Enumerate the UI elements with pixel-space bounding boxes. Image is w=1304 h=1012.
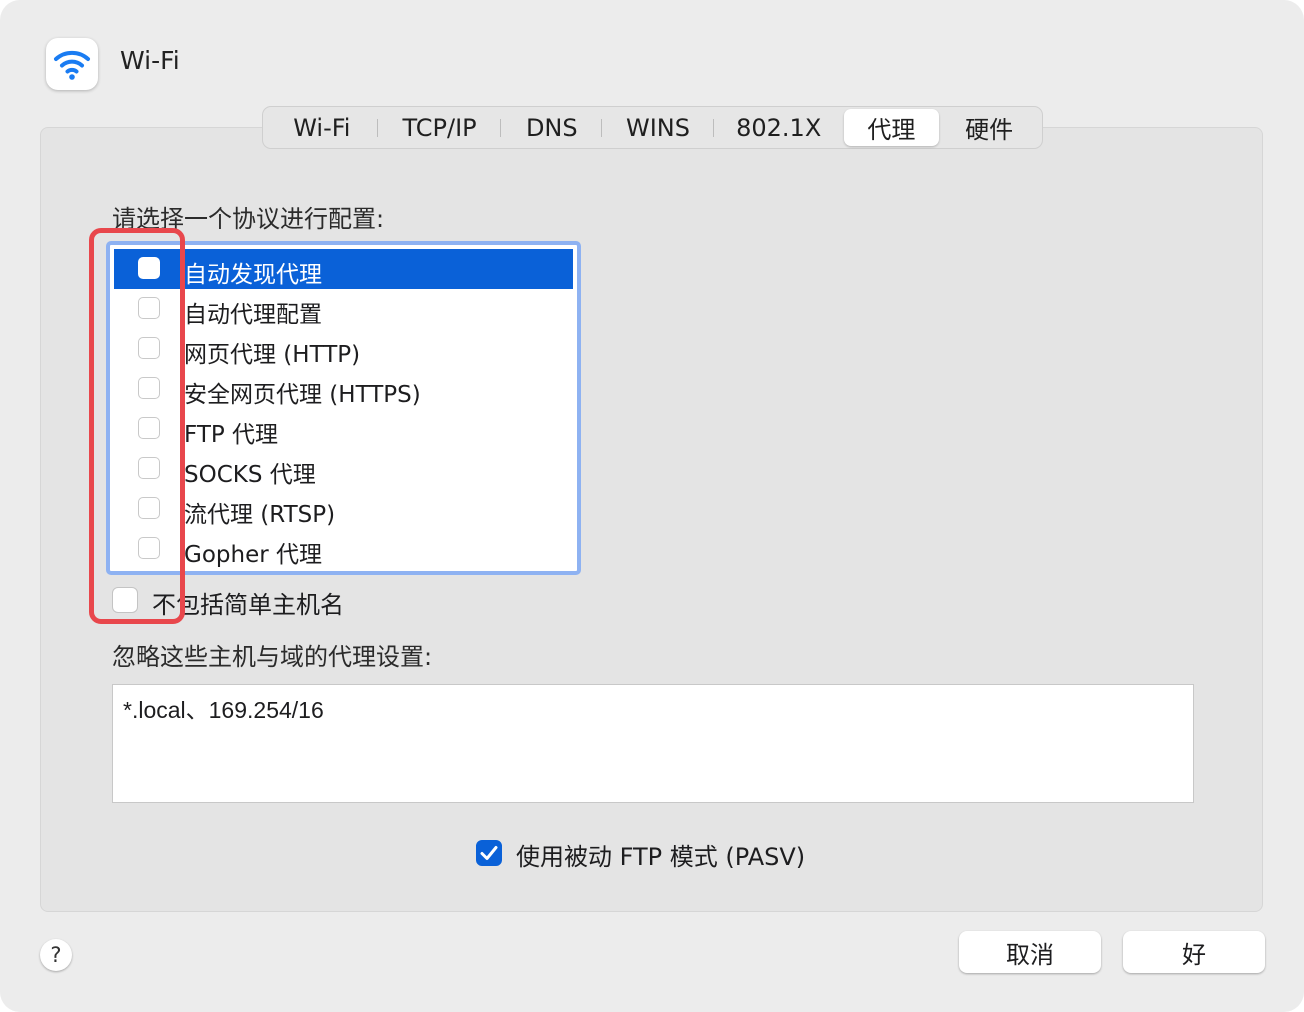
https-proxy-checkbox[interactable]	[138, 377, 160, 399]
protocol-row-auto-discovery[interactable]: 自动发现代理	[114, 249, 573, 289]
cancel-button[interactable]: 取消	[959, 931, 1101, 973]
tab-label: 代理	[867, 116, 916, 144]
tab-label: 802.1X	[736, 113, 822, 142]
gopher-proxy-checkbox[interactable]	[138, 537, 160, 559]
protocol-label: 安全网页代理 (HTTPS)	[184, 382, 421, 408]
passive-ftp-checkbox[interactable]	[476, 840, 502, 866]
tab-label: 硬件	[965, 116, 1014, 144]
network-settings-window: Wi-Fi Wi-Fi TCP/IP DNS WINS 802.1X 代理 硬件…	[0, 0, 1304, 1012]
checkmark-icon	[480, 846, 498, 860]
passive-ftp-label: 使用被动 FTP 模式 (PASV)	[516, 843, 806, 871]
exclude-simple-hostnames-label: 不包括简单主机名	[152, 591, 344, 619]
help-button[interactable]: ?	[40, 939, 72, 971]
tab-8021x[interactable]: 802.1X	[714, 109, 844, 146]
ok-button[interactable]: 好	[1123, 931, 1265, 973]
protocol-label: 自动代理配置	[184, 302, 322, 328]
protocol-row-ftp[interactable]: FTP 代理	[114, 409, 573, 449]
protocol-label: FTP 代理	[184, 422, 279, 448]
protocol-row-rtsp[interactable]: 流代理 (RTSP)	[114, 489, 573, 529]
ftp-proxy-checkbox[interactable]	[138, 417, 160, 439]
tab-proxies[interactable]: 代理	[843, 109, 940, 146]
tab-label: Wi-Fi	[293, 113, 351, 142]
tab-label: TCP/IP	[402, 113, 477, 142]
tab-label: DNS	[525, 113, 578, 142]
protocol-row-auto-config[interactable]: 自动代理配置	[114, 289, 573, 329]
protocol-row-socks[interactable]: SOCKS 代理	[114, 449, 573, 489]
protocol-label: SOCKS 代理	[184, 462, 316, 488]
rtsp-proxy-checkbox[interactable]	[138, 497, 160, 519]
protocol-row-gopher[interactable]: Gopher 代理	[114, 529, 573, 569]
tab-bar: Wi-Fi TCP/IP DNS WINS 802.1X 代理 硬件	[262, 106, 1043, 149]
tab-wins[interactable]: WINS	[602, 109, 714, 146]
tab-hardware[interactable]: 硬件	[939, 109, 1039, 146]
protocol-label: 网页代理 (HTTP)	[184, 342, 361, 368]
protocol-row-http[interactable]: 网页代理 (HTTP)	[114, 329, 573, 369]
protocol-row-https[interactable]: 安全网页代理 (HTTPS)	[114, 369, 573, 409]
protocol-label: 自动发现代理	[184, 262, 322, 288]
protocol-label: Gopher 代理	[184, 542, 322, 568]
window-title: Wi-Fi	[120, 46, 180, 75]
exclude-simple-hostnames-checkbox[interactable]	[112, 587, 138, 613]
http-proxy-checkbox[interactable]	[138, 337, 160, 359]
protocol-list[interactable]: 自动发现代理 自动代理配置 网页代理 (HTTP) 安全网页代理 (HTTPS)…	[106, 241, 581, 575]
wifi-icon	[46, 38, 98, 90]
tab-label: WINS	[626, 113, 690, 142]
protocol-label: 流代理 (RTSP)	[184, 502, 336, 528]
protocol-select-label: 请选择一个协议进行配置:	[112, 205, 385, 233]
auto-discovery-checkbox[interactable]	[138, 257, 160, 279]
tab-wifi[interactable]: Wi-Fi	[266, 109, 378, 146]
bypass-hosts-field[interactable]: *.local、169.254/16	[112, 684, 1194, 803]
tab-tcpip[interactable]: TCP/IP	[378, 109, 502, 146]
tab-dns[interactable]: DNS	[501, 109, 602, 146]
bypass-label: 忽略这些主机与域的代理设置:	[112, 643, 433, 671]
auto-config-checkbox[interactable]	[138, 297, 160, 319]
socks-proxy-checkbox[interactable]	[138, 457, 160, 479]
